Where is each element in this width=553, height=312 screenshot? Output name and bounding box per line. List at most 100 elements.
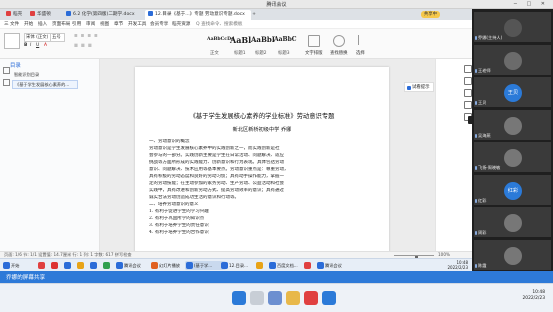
- participant-tile[interactable]: 乔娜(主持人): [474, 12, 551, 42]
- menu-bar: 三 文件 开始 插入 页面布局 引用 审阅 视图 章节 开发工具 会员专享 稻壳…: [0, 20, 472, 29]
- remote-taskbar-label: 幻灯片播放: [159, 263, 180, 268]
- size-select[interactable]: 五号: [50, 33, 65, 42]
- bold-button[interactable]: B: [24, 43, 27, 48]
- remote-clock-date: 2022/2/23: [447, 265, 468, 270]
- style-heading2[interactable]: AaBbI: [251, 32, 275, 48]
- mic-icon: [475, 133, 477, 138]
- settings-icon[interactable]: [464, 89, 472, 97]
- participant-tile[interactable]: 吴海燕: [474, 109, 551, 140]
- doc-icon: [148, 11, 153, 16]
- app-icon: [90, 262, 97, 269]
- doc-line: 诚实合法劳动创造成功生活的意识和行动等。: [149, 195, 239, 200]
- participant-name: 乔娜(主持人): [478, 35, 503, 40]
- explorer-icon[interactable]: [286, 291, 300, 305]
- menu-reference[interactable]: 引用: [72, 21, 81, 27]
- italic-button[interactable]: I: [30, 43, 31, 48]
- menu-daoke[interactable]: 稻壳资源: [172, 21, 190, 27]
- windows-taskbar: 10:48 2022/2/23: [0, 283, 553, 312]
- task-view-icon[interactable]: [268, 291, 282, 305]
- trial-tip-popup[interactable]: 试看提示: [404, 82, 434, 92]
- font-select[interactable]: 宋体 (正文): [24, 33, 51, 42]
- doc-subtitle: 新北区新桥初级中学 乔娜: [232, 127, 292, 133]
- doc-line: 实践中，具有改进和创新劳动方式、提高劳动效率的意识；具有通过: [149, 188, 284, 193]
- menu-chapter[interactable]: 章节: [114, 21, 123, 27]
- share-icon[interactable]: [464, 101, 472, 109]
- menu-home[interactable]: 开始: [24, 21, 33, 27]
- ribbon: 宋体 (正文) 五号 B I U A ≡≡≡≡ ☰☰☰ AaBbCcDd AaB…: [0, 29, 472, 59]
- participant-tile[interactable]: 飞扬·周晓敏: [474, 142, 551, 172]
- app-icon: [51, 262, 58, 269]
- style-heading3[interactable]: AaBbC: [274, 32, 297, 48]
- meeting-app-icon[interactable]: [322, 291, 336, 305]
- share-label: 乔娜的屏幕共享: [6, 275, 46, 281]
- find-replace-button[interactable]: 查找替换: [330, 50, 348, 56]
- tab-2[interactable]: 华盛顿: [27, 10, 67, 20]
- new-tab-button[interactable]: +: [247, 10, 261, 20]
- tab-label: 华盛顿: [37, 12, 51, 17]
- mic-icon: [475, 231, 477, 235]
- wps-icon[interactable]: [304, 291, 318, 305]
- menu-view[interactable]: 视图: [100, 21, 109, 27]
- style-name-h2: 标题2: [255, 51, 267, 56]
- doc-line: 4. 有利于培养学生的合作意识: [149, 230, 209, 235]
- window-controls[interactable]: ─ □ ✕: [514, 1, 549, 7]
- remote-taskbar-item[interactable]: 腾讯会议: [316, 261, 357, 270]
- auto-toc-button[interactable]: 智能识别目录: [12, 71, 76, 78]
- avatar: [504, 116, 522, 135]
- command-search[interactable]: Q 查找命令、搜索模板: [196, 21, 242, 27]
- remote-taskbar: 开始 腾讯会议 幻灯片播放 (基于学... 12.目录... 百度文档... 腾讯会议 10:…: [0, 258, 472, 271]
- windows-start-icon[interactable]: [232, 291, 246, 305]
- style-normal[interactable]: AaBbCcDd: [207, 32, 234, 48]
- participant-tile[interactable]: 红彩 红彩: [474, 174, 551, 205]
- underline-button[interactable]: U: [36, 43, 39, 48]
- style-name-h1: 标题1: [234, 51, 246, 56]
- font-color-button[interactable]: A: [44, 43, 47, 48]
- doc-line: 3. 有利于培养学生的责任意识: [149, 223, 209, 228]
- paragraph-buttons[interactable]: ≡≡≡≡: [74, 34, 101, 39]
- status-bar: 页面: 1/6 节: 1/1 设置值: 14.7厘米 行: 1 列: 1 字数:…: [0, 251, 472, 260]
- style-heading1[interactable]: AaBl: [230, 32, 251, 48]
- menu-developer[interactable]: 开发工具: [128, 21, 146, 27]
- chat-icon[interactable]: [464, 77, 472, 85]
- mic-icon: [475, 68, 477, 73]
- tab-active-doc[interactable]: 12.目录《基于...》专题 劳动意识专题.docx: [145, 10, 251, 20]
- menu-review[interactable]: 审阅: [86, 21, 95, 27]
- tab-label: 稻壳: [13, 12, 23, 17]
- edit-icon[interactable]: [464, 65, 472, 73]
- bookmark-icon[interactable]: [3, 79, 10, 86]
- app-icon: [77, 262, 84, 269]
- paste-icon[interactable]: [4, 33, 20, 49]
- menu-member[interactable]: 会员专享: [150, 21, 168, 27]
- participant-name: 王贝: [478, 100, 487, 105]
- participant-name: 吴海燕: [478, 132, 491, 138]
- search-icon: [333, 35, 345, 47]
- toc-item[interactable]: 《基于学生发展核心素养的...: [12, 80, 78, 89]
- select-button[interactable]: 选择: [356, 50, 365, 56]
- app-icon: [221, 262, 228, 269]
- typeset-button[interactable]: 文字排版: [305, 50, 323, 56]
- doc-line: 具有积极的劳动态度和良好的劳动习惯；具有动手操作能力，掌握一: [149, 174, 284, 179]
- search-icon[interactable]: [250, 291, 264, 305]
- participant-tile[interactable]: 周彩: [474, 207, 551, 237]
- mic-icon: [475, 166, 477, 170]
- participant-name: 飞扬·周晓敏: [478, 165, 501, 170]
- tab-3[interactable]: 6.2 化学(第四版)二期学.docx: [63, 10, 149, 20]
- doc-line: 2. 有利于巩固所学的知识点: [149, 216, 205, 221]
- menu-file[interactable]: 三 文件: [4, 21, 19, 27]
- remote-taskbar-label: 百度文档...: [277, 263, 298, 268]
- participant-tile[interactable]: 王贝 王贝: [474, 77, 551, 107]
- typeset-icon: [308, 35, 320, 47]
- menu-insert[interactable]: 插入: [38, 21, 47, 27]
- document-page[interactable]: 《基于学生发展核心素养的学业标准》劳动意识专题 新北区新桥初级中学 乔娜 一、劳…: [135, 67, 389, 251]
- menu-layout[interactable]: 页面布局: [52, 21, 70, 27]
- participant-tile[interactable]: 王老师: [474, 44, 551, 75]
- doc-line: 一、劳动意识的概念: [149, 139, 190, 144]
- outline-icon[interactable]: [3, 67, 10, 74]
- participant-tile[interactable]: 陈霞: [474, 239, 551, 270]
- zoom-slider[interactable]: [394, 255, 434, 260]
- share-status-badge: 共享中: [420, 11, 440, 18]
- shared-screen: 稻壳 华盛顿 6.2 化学(第四版)二期学.docx 12.目录《基于...》专…: [0, 9, 472, 271]
- align-buttons[interactable]: ☰☰☰: [74, 44, 95, 49]
- style-name-h3: 标题3: [278, 51, 290, 56]
- doc-title: 《基于学生发展核心素养的学业标准》劳动意识专题: [189, 113, 335, 120]
